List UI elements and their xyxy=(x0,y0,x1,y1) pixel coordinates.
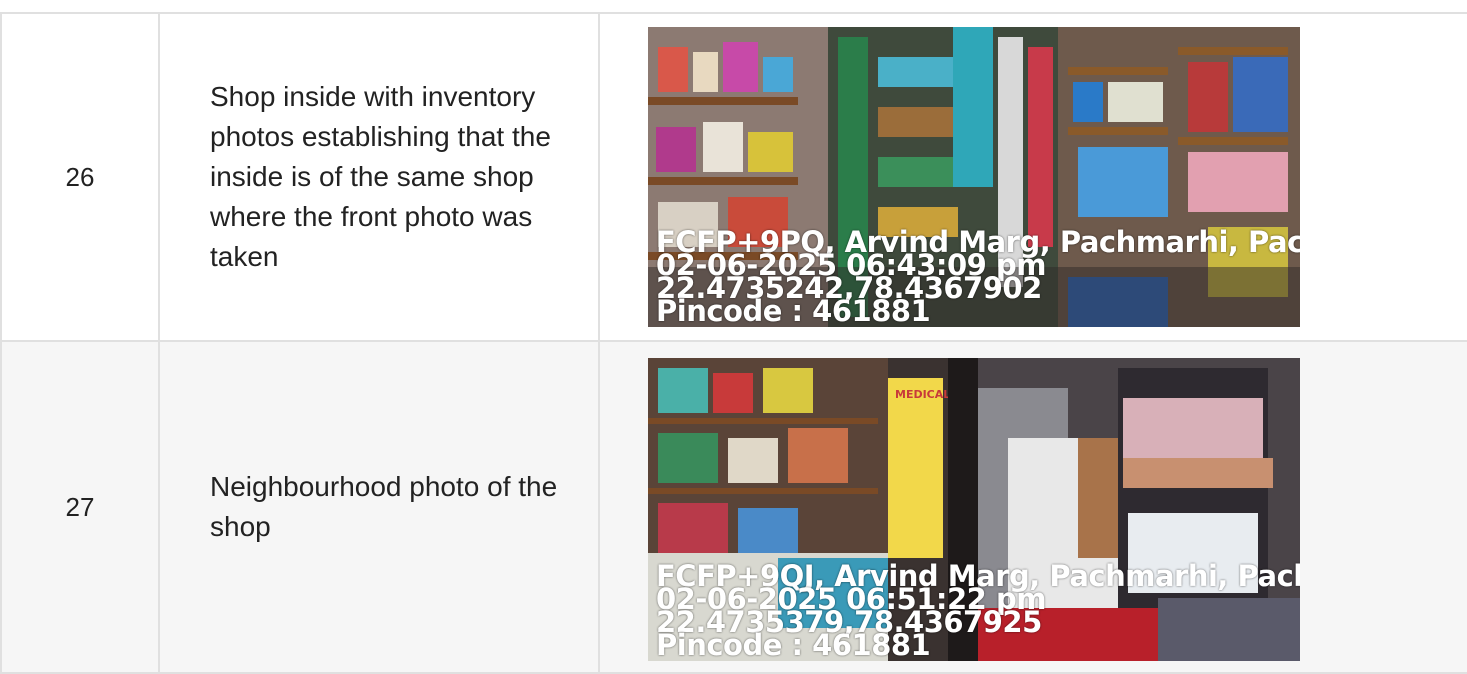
shop-inside-photo: FCFP+9PQ, Arvind Marg, Pachmarhi, Pachma… xyxy=(648,27,1300,327)
document-table: 26 Shop inside with inventory photos est… xyxy=(0,12,1467,674)
row-description: Shop inside with inventory photos establ… xyxy=(210,81,551,272)
row-photo-cell: FCFP+9PQ, Arvind Marg, Pachmarhi, Pachma… xyxy=(598,12,1467,342)
row-number: 27 xyxy=(0,340,160,674)
geotag-stamp: FCFP+9PQ, Arvind Marg, Pachmarhi, Pachma… xyxy=(656,228,1300,326)
table-row: 26 Shop inside with inventory photos est… xyxy=(0,12,1467,342)
table-row: 27 Neighbourhood photo of the shop MEDIC… xyxy=(0,340,1467,674)
geotag-stamp: FCFP+9QJ, Arvind Marg, Pachmarhi, Pachma… xyxy=(656,561,1300,659)
row-photo-cell: MEDICAL FCFP+9QJ, Arvind Marg, Pachmarhi… xyxy=(598,340,1467,674)
row-number: 26 xyxy=(0,12,160,342)
row-description: Neighbourhood photo of the shop xyxy=(210,471,558,542)
row-description-cell: Neighbourhood photo of the shop xyxy=(158,340,600,674)
svg-text:MEDICAL: MEDICAL xyxy=(895,388,950,401)
row-description-cell: Shop inside with inventory photos establ… xyxy=(158,12,600,342)
neighbourhood-photo: MEDICAL FCFP+9QJ, Arvind Marg, Pachmarhi… xyxy=(648,357,1300,661)
